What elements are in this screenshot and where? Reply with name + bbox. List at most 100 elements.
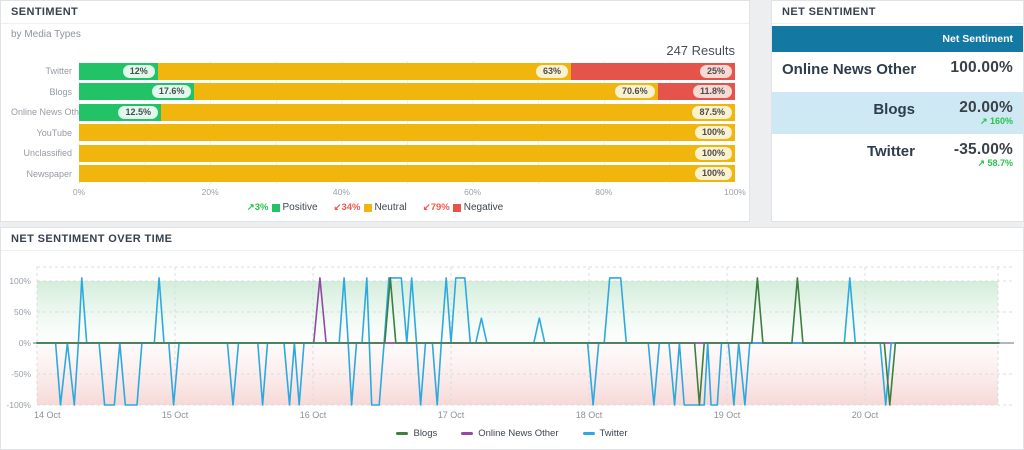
bar-segment-neutral[interactable]: 100% bbox=[79, 165, 735, 182]
bar-segment-neutral[interactable]: 70.6% bbox=[194, 83, 657, 100]
sentiment-bar-rows: Twitter12%63%25%Blogs17.6%70.6%11.8%Onli… bbox=[11, 61, 735, 184]
x-axis-tick: 16 Oct bbox=[300, 410, 327, 420]
bar-value-pill: 87.5% bbox=[692, 106, 732, 119]
bar-value-pill: 12.5% bbox=[118, 106, 158, 119]
time-chart: 100% 50% 0% -50% -100%14 Oct 15 Oct 16 Oct 17 O… bbox=[1, 252, 1024, 428]
bar-axis-tick: 20% bbox=[202, 187, 219, 197]
net-sentiment-panel-title: NET SENTIMENT bbox=[772, 1, 1023, 24]
net-sentiment-row-blogs[interactable]: Blogs20.00%↗ 160% bbox=[772, 92, 1023, 134]
bar-axis-tick: 40% bbox=[333, 187, 350, 197]
sentiment-subtitle: by Media Types bbox=[11, 29, 81, 40]
bar-row-unclassified: Unclassified 100% bbox=[11, 143, 735, 164]
x-axis-tick: 19 Oct bbox=[714, 410, 741, 420]
y-axis-tick: 50% bbox=[14, 307, 31, 317]
bar-category-label: Unclassified bbox=[11, 148, 79, 158]
results-count: 247 Results bbox=[666, 43, 735, 58]
net-sentiment-panel: NET SENTIMENT Net Sentiment Online News … bbox=[771, 0, 1024, 222]
legend-label: Negative bbox=[464, 202, 503, 213]
legend-swatch bbox=[461, 432, 473, 435]
bar-segment-negative[interactable]: 11.8% bbox=[658, 83, 735, 100]
net-row-label: Online News Other bbox=[782, 59, 932, 78]
net-sentiment-row-twitter[interactable]: Twitter-35.00%↗ 58.7% bbox=[772, 134, 1023, 176]
bar-row-blogs: Blogs 17.6% 70.6% 11.8% bbox=[11, 82, 735, 103]
bar-axis-tick: 100% bbox=[724, 187, 746, 197]
net-row-label: Twitter bbox=[782, 141, 931, 160]
legend-swatch bbox=[396, 432, 408, 435]
bar-value-pill: 100% bbox=[695, 147, 732, 160]
bar-track: 100% bbox=[79, 165, 735, 182]
y-axis-tick: 100% bbox=[9, 276, 31, 286]
bar-segment-negative[interactable]: 25% bbox=[571, 63, 735, 80]
bar-segment-positive[interactable]: 12% bbox=[79, 63, 158, 80]
bar-value-pill: 100% bbox=[695, 126, 732, 139]
net-sentiment-column-header[interactable]: Net Sentiment bbox=[772, 26, 1023, 52]
legend-label: Positive bbox=[283, 202, 318, 213]
legend-label: Neutral bbox=[375, 202, 407, 213]
x-axis-tick: 15 Oct bbox=[162, 410, 189, 420]
net-row-trend: ↗ 58.7% bbox=[931, 158, 1013, 169]
bar-category-label: Newspaper bbox=[11, 169, 79, 179]
legend-label: Blogs bbox=[413, 428, 437, 439]
legend-swatch bbox=[364, 204, 372, 212]
bar-value-pill: 17.6% bbox=[152, 85, 192, 98]
bar-track: 100% bbox=[79, 145, 735, 162]
bar-segment-neutral[interactable]: 100% bbox=[79, 145, 735, 162]
bar-track: 12% 63% 25% bbox=[79, 63, 735, 80]
bar-row-online-news-other: Online News Other12.5%87.5% bbox=[11, 102, 735, 123]
time-panel-title: NET SENTIMENT OVER TIME bbox=[1, 228, 1023, 251]
time-legend-item-twitter[interactable]: Twitter bbox=[583, 428, 628, 439]
y-axis-tick: 0% bbox=[19, 338, 32, 348]
sentiment-legend-item-negative[interactable]: ↙79% Negative bbox=[423, 202, 503, 213]
y-axis-tick: -50% bbox=[11, 369, 31, 379]
time-legend-item-online-news-other[interactable]: Online News Other bbox=[461, 428, 558, 439]
legend-label: Online News Other bbox=[478, 428, 558, 439]
x-axis-tick: 20 Oct bbox=[852, 410, 879, 420]
net-row-trend: ↗ 160% bbox=[931, 116, 1013, 127]
bar-segment-neutral[interactable]: 87.5% bbox=[161, 104, 735, 121]
net-row-value: -35.00% bbox=[931, 141, 1013, 159]
time-legend-item-blogs[interactable]: Blogs bbox=[396, 428, 437, 439]
net-row-label: Blogs bbox=[782, 99, 931, 118]
bar-category-label: YouTube bbox=[11, 128, 79, 138]
x-axis-tick: 18 Oct bbox=[576, 410, 603, 420]
bar-axis-tick: 0% bbox=[73, 187, 85, 197]
sentiment-panel: SENTIMENT by Media Types 247 Results Twi… bbox=[0, 0, 750, 222]
bar-row-newspaper: Newspaper 100% bbox=[11, 164, 735, 185]
x-axis-tick: 14 Oct bbox=[34, 410, 61, 420]
bar-track: 100% bbox=[79, 124, 735, 141]
bar-axis-tick: 60% bbox=[464, 187, 481, 197]
bar-category-label: Blogs bbox=[11, 87, 79, 97]
bar-value-pill: 63% bbox=[536, 65, 568, 78]
legend-swatch bbox=[272, 204, 280, 212]
sentiment-legend-item-neutral[interactable]: ↙34% Neutral bbox=[334, 202, 407, 213]
bar-segment-neutral[interactable]: 63% bbox=[158, 63, 571, 80]
net-row-value: 100.00% bbox=[932, 59, 1013, 77]
bar-value-pill: 70.6% bbox=[615, 85, 655, 98]
sentiment-legend-item-positive[interactable]: ↗3% Positive bbox=[247, 202, 318, 213]
bar-value-pill: 11.8% bbox=[693, 85, 732, 98]
trend-down-icon: ↙79% bbox=[423, 202, 450, 213]
sentiment-legend: ↗3% Positive ↙34% Neutral ↙79% Negative bbox=[1, 202, 749, 213]
legend-swatch bbox=[453, 204, 461, 212]
bar-segment-positive[interactable]: 12.5% bbox=[79, 104, 161, 121]
sentiment-bar-chart: Twitter12%63%25%Blogs17.6%70.6%11.8%Onli… bbox=[11, 61, 735, 200]
bar-value-pill: 25% bbox=[700, 65, 732, 78]
net-sentiment-over-time-panel: NET SENTIMENT OVER TIME 100% 50% 0% -50% -10… bbox=[0, 227, 1024, 450]
legend-label: Twitter bbox=[600, 428, 628, 439]
x-axis-tick: 17 Oct bbox=[438, 410, 465, 420]
sentiment-panel-title: SENTIMENT bbox=[1, 1, 749, 24]
bar-segment-positive[interactable]: 17.6% bbox=[79, 83, 194, 100]
trend-down-icon: ↙34% bbox=[334, 202, 361, 213]
bar-value-pill: 100% bbox=[695, 167, 732, 180]
net-sentiment-table: Online News Other100.00%Blogs20.00%↗ 160… bbox=[772, 52, 1023, 176]
trend-up-icon: ↗3% bbox=[247, 202, 269, 213]
bar-segment-neutral[interactable]: 100% bbox=[79, 124, 735, 141]
y-axis-tick: -100% bbox=[6, 400, 31, 410]
bar-row-youtube: YouTube 100% bbox=[11, 123, 735, 144]
bar-axis-tick: 80% bbox=[595, 187, 612, 197]
bar-value-pill: 12% bbox=[123, 65, 155, 78]
time-chart-legend: Blogs Online News Other Twitter bbox=[1, 428, 1023, 439]
net-sentiment-row-online-news-other[interactable]: Online News Other100.00% bbox=[772, 52, 1023, 92]
net-row-value: 20.00% bbox=[931, 99, 1013, 117]
bar-row-twitter: Twitter12%63%25% bbox=[11, 61, 735, 82]
